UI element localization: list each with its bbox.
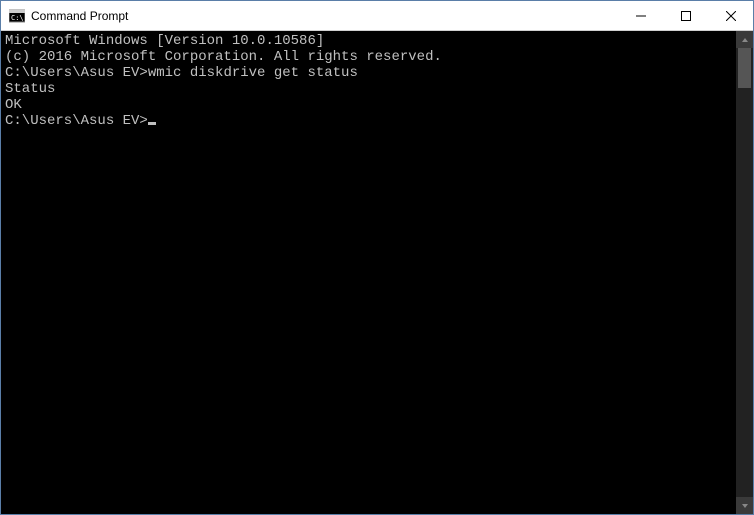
maximize-button[interactable] [663, 1, 708, 30]
svg-text:C:\: C:\ [11, 14, 24, 22]
scroll-up-arrow-icon[interactable] [736, 31, 753, 48]
terminal-output[interactable]: Microsoft Windows [Version 10.0.10586](c… [1, 31, 736, 514]
prompt-path: C:\Users\Asus EV> [5, 113, 148, 129]
scroll-down-arrow-icon[interactable] [736, 497, 753, 514]
prompt-command: wmic diskdrive get status [148, 65, 358, 81]
terminal-line: OK [5, 97, 736, 113]
terminal-line: Microsoft Windows [Version 10.0.10586] [5, 33, 736, 49]
vertical-scrollbar[interactable] [736, 31, 753, 514]
cursor-icon [148, 122, 156, 125]
terminal-line: C:\Users\Asus EV> [5, 113, 736, 129]
terminal-line: (c) 2016 Microsoft Corporation. All righ… [5, 49, 736, 65]
close-button[interactable] [708, 1, 753, 30]
prompt-path: C:\Users\Asus EV> [5, 65, 148, 81]
window-controls [618, 1, 753, 30]
scrollbar-thumb[interactable] [738, 48, 751, 88]
terminal-area: Microsoft Windows [Version 10.0.10586](c… [1, 31, 753, 514]
command-prompt-window: C:\ Command Prompt Microsoft Windows [Ve… [0, 0, 754, 515]
minimize-button[interactable] [618, 1, 663, 30]
titlebar[interactable]: C:\ Command Prompt [1, 1, 753, 31]
command-prompt-icon: C:\ [9, 8, 25, 24]
terminal-line: C:\Users\Asus EV>wmic diskdrive get stat… [5, 65, 736, 81]
window-title: Command Prompt [31, 9, 618, 23]
scrollbar-track[interactable] [736, 48, 753, 497]
terminal-line: Status [5, 81, 736, 97]
